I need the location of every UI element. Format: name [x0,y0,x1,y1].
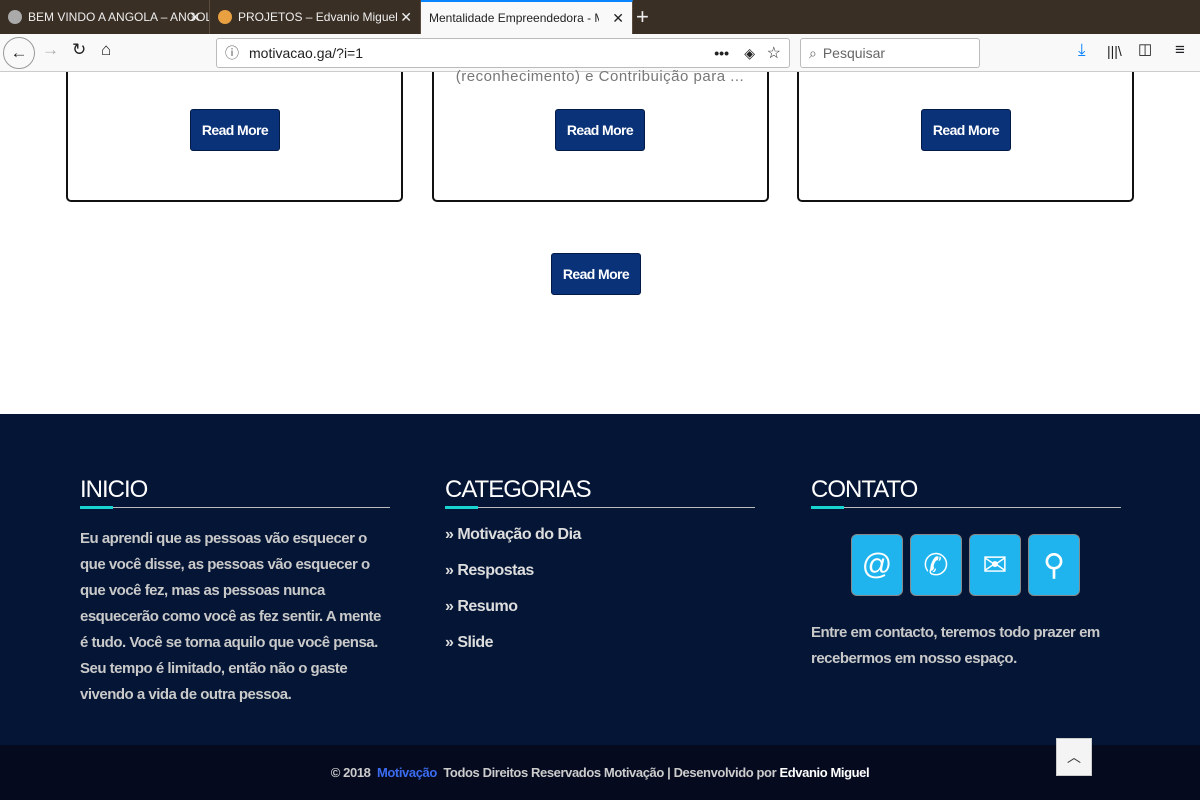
category-link[interactable]: » Motivação do Dia [445,526,755,562]
map-pin-icon[interactable]: ⚲ [1028,534,1080,596]
read-more-button[interactable]: Read More [190,109,280,151]
chevron-up-icon: ︿ [1067,749,1081,765]
footer-heading: CONTATO [811,476,1121,509]
url-bar[interactable]: ⓘ motivacao.ga/?i=1 ••• ◈ ☆ [216,38,790,68]
favicon-icon [8,10,22,24]
url-text: motivacao.ga/?i=1 [249,45,364,61]
chevron-right-icon: » [445,634,458,651]
copyright-bar: © 2018 Motivação Todos Direitos Reservad… [0,745,1200,800]
chevron-right-icon: » [445,598,458,615]
tab-mentalidade[interactable]: Mentalidade Empreendedora - Motivação ✕ [421,0,633,34]
forward-button[interactable]: → [42,40,59,60]
tab-title: BEM VINDO A ANGOLA – ANGOLA [28,10,210,24]
bookmark-star-icon[interactable]: ☆ [767,43,781,63]
copyright-year: © 2018 [330,765,371,780]
phone-icon[interactable]: ✆ [910,534,962,596]
read-more-button[interactable]: Read More [555,109,645,151]
nav-toolbar: ← → ↻ ⌂ ⓘ motivacao.ga/?i=1 ••• ◈ ☆ ⌕ Pesq… [0,34,1200,72]
pocket-icon[interactable]: ◈ [744,45,755,62]
post-excerpt: (reconhecimento) e Contribuição para ... [455,68,745,85]
author-link[interactable]: Edvanio Miguel [779,765,869,780]
contato-text: Entre em contacto, teremos todo prazer e… [811,624,1100,667]
read-more-button[interactable]: Read More [921,109,1011,151]
close-icon[interactable]: ✕ [400,9,412,26]
chevron-right-icon: » [445,526,458,543]
search-input[interactable]: ⌕ Pesquisar [800,38,980,68]
home-button[interactable]: ⌂ [101,40,111,60]
library-icon[interactable]: |||\ [1107,43,1122,59]
chevron-right-icon: » [445,562,458,579]
category-label: Respostas [457,562,534,579]
brand-link[interactable]: Motivação [377,765,437,780]
copyright-text: Todos Direitos Reservados Motivação | De… [443,765,777,780]
menu-icon[interactable]: ≡ [1175,40,1185,60]
tab-bar: BEM VINDO A ANGOLA – ANGOLA ✕ PROJETOS – … [0,0,1200,34]
sidebar-icon[interactable]: ◫ [1138,40,1152,58]
tab-title: PROJETOS – Edvanio Miguel [238,10,398,24]
favicon-icon [218,10,232,24]
close-icon[interactable]: ✕ [612,10,624,27]
search-icon: ⌕ [809,44,817,61]
category-label: Resumo [457,598,518,615]
read-more-main-button[interactable]: Read More [551,253,641,295]
reload-button[interactable]: ↻ [72,40,86,60]
envelope-icon[interactable]: ✉ [969,534,1021,596]
category-label: Slide [457,634,494,651]
tab-angola[interactable]: BEM VINDO A ANGOLA – ANGOLA ✕ [0,0,210,34]
footer-heading: CATEGORIAS [445,476,755,509]
footer: INICIO Eu aprendi que as pessoas vão esq… [0,414,1200,745]
back-to-top-button[interactable]: ︿ [1056,738,1092,776]
page-actions-button[interactable]: ••• [714,45,729,61]
category-link[interactable]: » Respostas [445,562,755,598]
download-icon[interactable]: ⤓ [1078,40,1086,60]
tab-title: Mentalidade Empreendedora - Motivação [429,11,599,25]
tab-projetos[interactable]: PROJETOS – Edvanio Miguel ✕ [210,0,421,34]
footer-inicio: INICIO Eu aprendi que as pessoas vão esq… [80,476,390,708]
category-link[interactable]: » Slide [445,634,755,670]
footer-inicio-text: Eu aprendi que as pessoas vão esquecer o… [80,530,381,703]
footer-heading: INICIO [80,476,390,509]
new-tab-button[interactable]: + [636,4,649,30]
search-placeholder: Pesquisar [822,45,886,61]
info-icon[interactable]: ⓘ [225,43,239,63]
footer-contato: CONTATO @ ✆ ✉ ⚲ Entre em contacto, terem… [811,476,1121,672]
at-icon[interactable]: @ [851,534,903,596]
close-icon[interactable]: ✕ [189,9,201,26]
category-label: Motivação do Dia [457,526,581,543]
back-button[interactable]: ← [3,37,35,69]
category-link[interactable]: » Resumo [445,598,755,634]
footer-categorias: CATEGORIAS » Motivação do Dia » Resposta… [445,476,755,670]
